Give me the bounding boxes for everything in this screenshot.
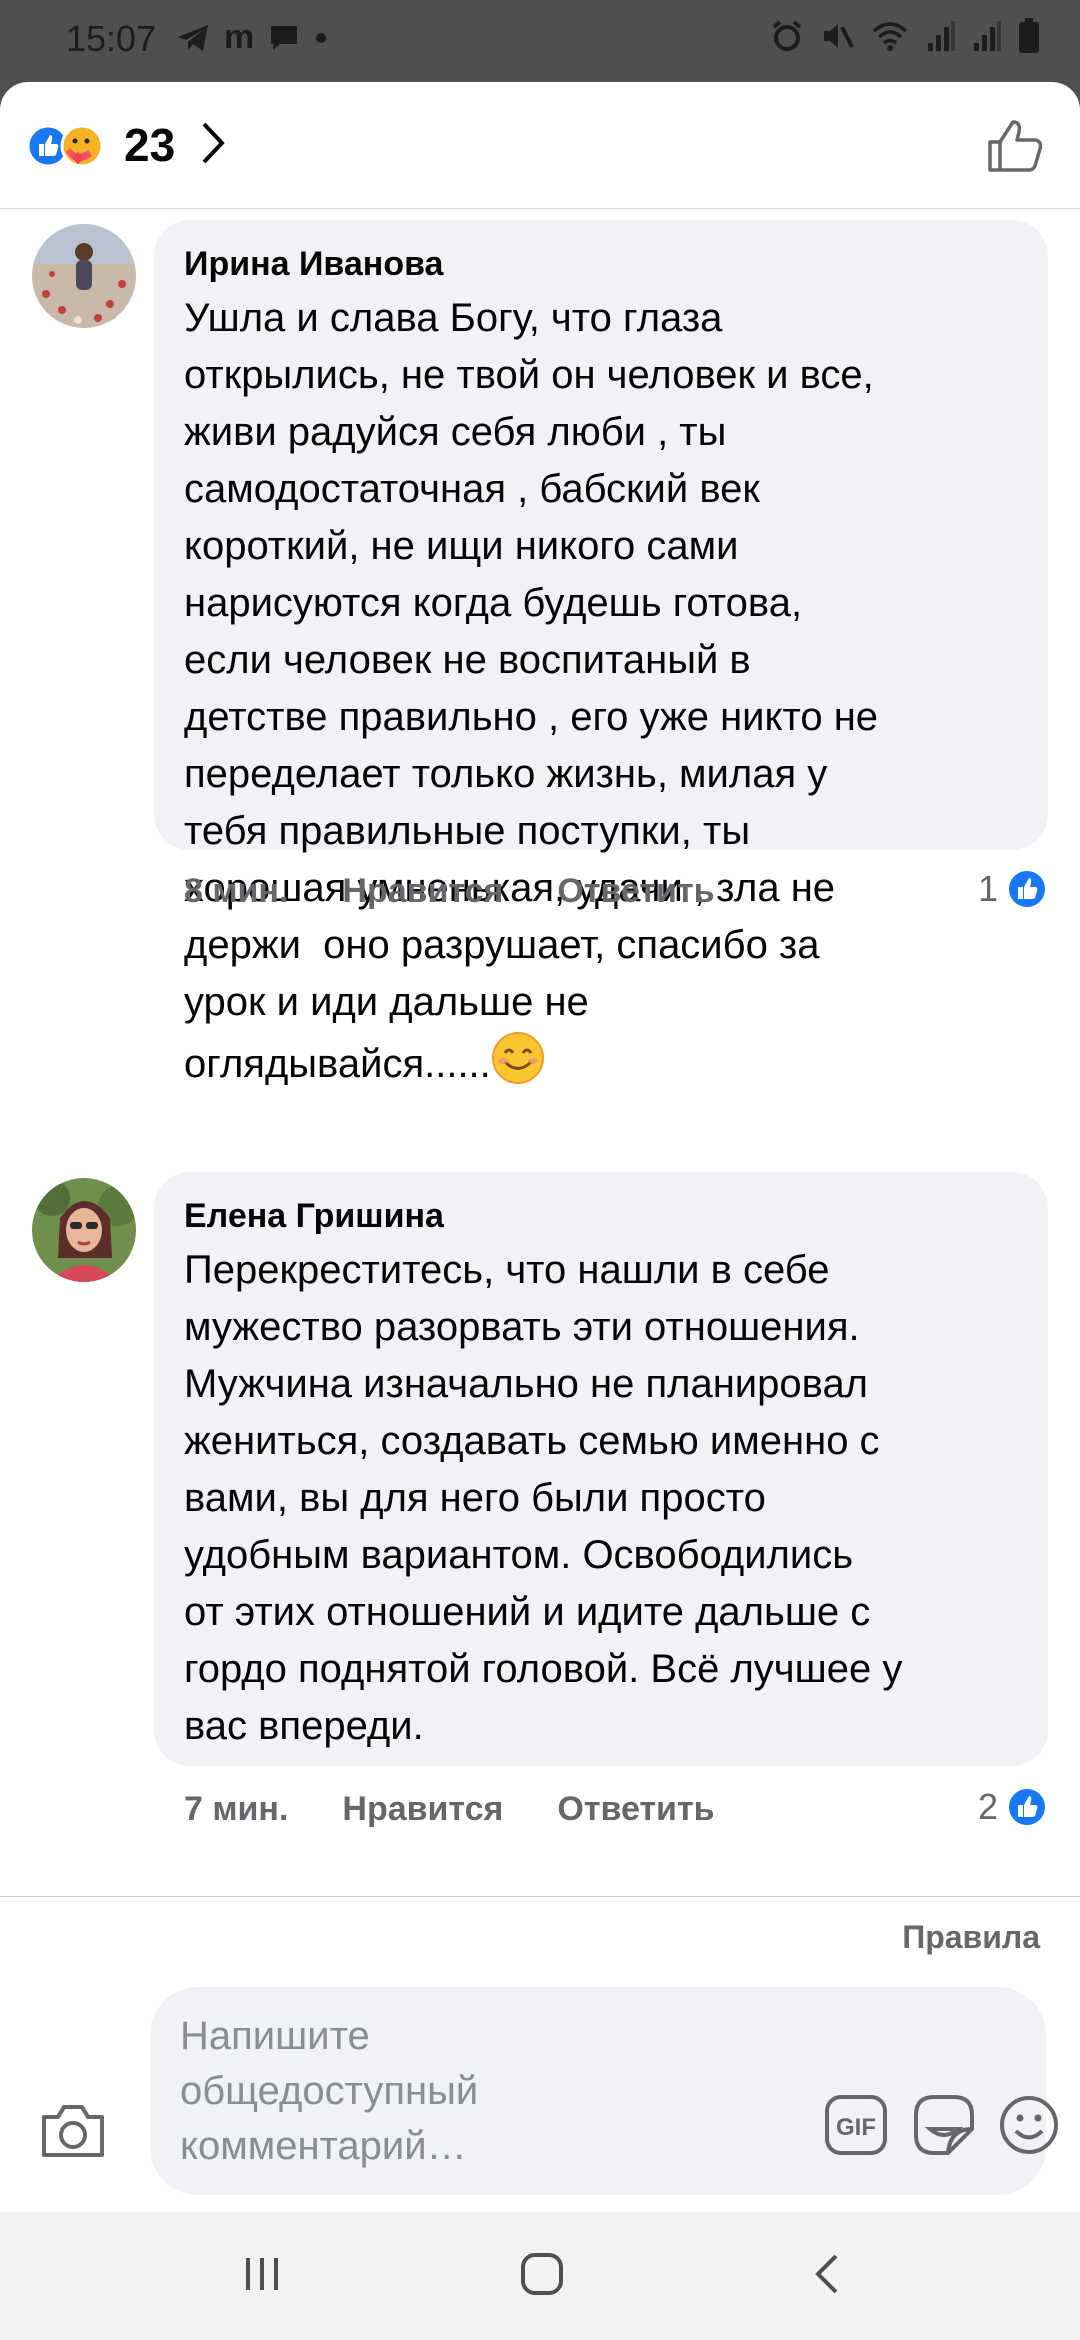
reactions-summary: [26, 124, 104, 168]
comment-composer: Правила Напишите общедоступный комментар…: [0, 1896, 1080, 2212]
camera-icon[interactable]: [40, 2103, 106, 2159]
comment-text: Перекреститесь, что нашли в себе мужеств…: [184, 1248, 903, 1748]
alarm-icon: [772, 20, 802, 51]
comment-actions: 7 мин. Нравится Ответить: [184, 1790, 769, 1829]
system-nav-bar: [0, 2212, 1080, 2340]
avatar[interactable]: [32, 1178, 136, 1282]
signal-icon: [928, 21, 955, 51]
recents-icon[interactable]: [238, 2252, 286, 2296]
comment-reactions[interactable]: 2: [978, 1786, 1048, 1828]
comment-author[interactable]: Елена Гришина: [184, 1194, 1018, 1238]
dot-icon: [316, 32, 327, 43]
comment-reaction-count: 1: [977, 868, 998, 909]
comment-item: Елена Гришина Перекреститесь, что нашли …: [0, 1172, 1080, 1906]
comment-time: 8 мин.: [184, 872, 289, 910]
telegram-icon: [178, 24, 208, 51]
back-icon[interactable]: [804, 2252, 852, 2296]
status-left-icons: m: [176, 18, 328, 57]
reaction-count: 23: [124, 119, 176, 171]
comment-text-body: Ушла и слава Богу, что глаза открылись, …: [184, 296, 879, 1086]
comment-item: Ирина Иванова Ушла и слава Богу, что гла…: [0, 208, 1080, 1086]
chevron-right-icon[interactable]: [200, 120, 226, 166]
smiling-face-emoji: [491, 1032, 544, 1084]
comment-bubble[interactable]: Ирина Иванова Ушла и слава Богу, что гла…: [154, 220, 1048, 1086]
message-icon: [271, 25, 298, 50]
battery-icon: [1019, 18, 1039, 53]
comment-actions: 8 мин. Нравится Ответить: [184, 872, 769, 911]
like-reaction-icon: [1007, 869, 1047, 909]
composer-icons: GIF: [824, 2093, 1060, 2157]
comment-reactions[interactable]: 1: [978, 868, 1048, 910]
comments-sheet: 23 Ирина Иванова Ушла и слава Богу, что …: [0, 82, 1080, 2212]
like-button[interactable]: Нравится: [342, 1790, 503, 1829]
comment-input-placeholder: Напишите общедоступный комментарий…: [180, 2014, 479, 2168]
reply-button[interactable]: Ответить: [557, 872, 714, 911]
status-right-icons: [770, 18, 1040, 54]
signal-icon: [974, 21, 1001, 51]
like-reaction-icon: [1007, 1787, 1047, 1827]
sticker-icon[interactable]: [910, 2093, 976, 2157]
wifi-off-icon: [872, 22, 908, 51]
like-outline-icon[interactable]: [986, 118, 1044, 174]
svg-text:GIF: GIF: [836, 2114, 876, 2141]
comment-input[interactable]: Напишите общедоступный комментарий…: [150, 1987, 1046, 2195]
gif-icon[interactable]: GIF: [824, 2094, 888, 2156]
comment-reaction-count: 2: [977, 1786, 998, 1827]
avatar[interactable]: [32, 224, 136, 328]
home-icon[interactable]: [518, 2252, 566, 2296]
comment-time: 7 мин.: [184, 1790, 289, 1828]
mute-icon: [824, 24, 854, 48]
like-button[interactable]: Нравится: [342, 872, 503, 911]
comment-bubble[interactable]: Елена Гришина Перекреститесь, что нашли …: [154, 1172, 1048, 1766]
status-time: 15:07: [66, 18, 157, 59]
care-reaction-icon: [60, 124, 104, 168]
comment-author[interactable]: Ирина Иванова: [184, 242, 1018, 286]
comment-text: Ушла и слава Богу, что глаза открылись, …: [184, 290, 1018, 1093]
reply-button[interactable]: Ответить: [557, 1790, 714, 1829]
rules-link[interactable]: Правила: [902, 1919, 1040, 1956]
status-bar: 15:07 m: [0, 0, 1080, 84]
m-app-icon: m: [224, 18, 255, 56]
reactions-header[interactable]: 23: [0, 82, 1080, 209]
emoji-icon[interactable]: [998, 2094, 1060, 2156]
